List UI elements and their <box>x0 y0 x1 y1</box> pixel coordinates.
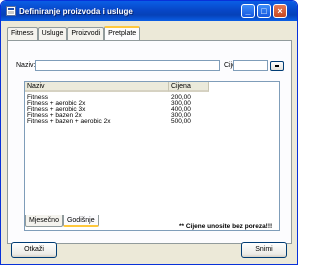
save-button[interactable]: Snimi <box>241 242 287 258</box>
title-bar[interactable]: Definiranje proizvoda i usluge _ □ × <box>1 1 297 21</box>
window-title: Definiranje proizvoda i usluge <box>19 7 133 16</box>
cancel-button[interactable]: Otkaži <box>11 242 57 258</box>
column-header-cijena[interactable]: Cijena <box>169 82 209 92</box>
tab-pretplate[interactable]: Pretplate <box>104 26 141 40</box>
naziv-input[interactable] <box>35 60 220 71</box>
column-header-naziv[interactable]: Naziv <box>25 82 169 92</box>
cell-cijena: 500,00 <box>171 118 191 125</box>
tab-proizvodi[interactable]: Proizvodi <box>67 27 105 40</box>
tax-note: ** Cijene unosite bez poreza!!! <box>179 223 273 230</box>
cell-naziv: Fitness + bazen + aerobic 2x <box>27 118 111 125</box>
pretplate-panel: Naziv: Cijena: Naziv Cijena Fitness 200,… <box>7 40 292 244</box>
search-button[interactable] <box>270 61 284 71</box>
subscription-list[interactable]: Naziv Cijena Fitness 200,00 Fitness + ae… <box>24 81 280 231</box>
period-tabs: Mjesečno Godišnje <box>25 215 99 227</box>
tab-mjesecno[interactable]: Mjesečno <box>25 215 63 227</box>
tab-godisnje[interactable]: Godišnje <box>62 215 99 227</box>
app-icon <box>6 6 16 16</box>
list-header: Naziv Cijena <box>25 82 279 92</box>
maximize-button[interactable]: □ <box>257 4 271 18</box>
cijena-input[interactable] <box>233 60 268 71</box>
tab-fitness[interactable]: Fitness <box>7 27 38 40</box>
close-button[interactable]: × <box>273 4 287 18</box>
naziv-label: Naziv: <box>16 62 36 69</box>
table-row[interactable]: Fitness + bazen + aerobic 2x 500,00 <box>25 118 279 125</box>
minus-icon <box>275 65 279 67</box>
product-definition-window: Definiranje proizvoda i usluge _ □ × Fit… <box>0 0 298 265</box>
minimize-button[interactable]: _ <box>241 4 255 18</box>
main-tabs: Fitness Usluge Proizvodi Pretplate <box>7 26 141 40</box>
tab-usluge[interactable]: Usluge <box>37 27 68 40</box>
